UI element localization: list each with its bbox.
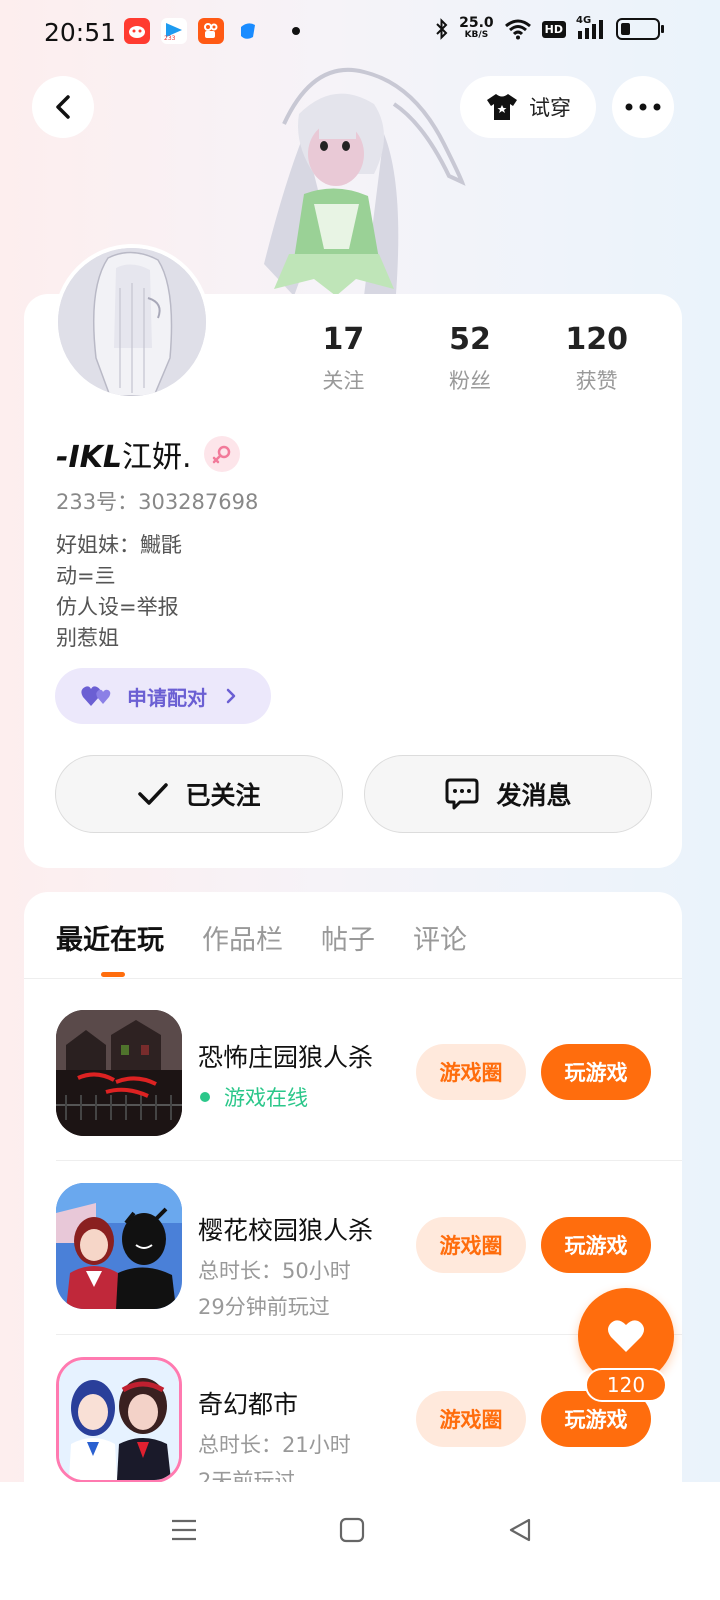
nav-back-button[interactable] (500, 1510, 540, 1550)
online-dot-icon (200, 1092, 210, 1102)
stat-following[interactable]: 17 关注 (280, 322, 407, 395)
battery-fill (621, 23, 630, 35)
try-on-button[interactable]: 试穿 (460, 76, 596, 138)
svg-text:233: 233 (164, 35, 176, 41)
game-circle-button[interactable]: 游戏圈 (416, 1044, 526, 1100)
female-gender-icon (203, 436, 240, 472)
bio-line: 仿人设=举报 (56, 595, 179, 619)
tab-indicator (101, 972, 125, 977)
bio-line: 动=亖 (56, 564, 116, 588)
check-icon (138, 783, 169, 805)
nav-home-button[interactable] (332, 1510, 372, 1550)
user-id: 233号：303287698 (56, 486, 258, 516)
chat-bubble-icon (445, 778, 479, 810)
game-name: 恐怖庄园狼人杀 (198, 1043, 374, 1072)
tab-works[interactable]: 作品栏 (202, 918, 283, 957)
nickname-suffix: 江妍. (121, 440, 192, 475)
followed-button[interactable]: 已关注 (55, 755, 343, 833)
tshirt-icon (487, 94, 517, 120)
stat-likes-count: 120 (565, 322, 628, 357)
avatar (58, 248, 206, 396)
profile-stats: 17 关注 52 粉丝 120 获赞 (280, 322, 660, 395)
stat-likes-label: 获赞 (575, 369, 618, 393)
nav-menu-button[interactable] (164, 1510, 204, 1550)
row-divider (56, 1160, 682, 1161)
status-time: 20:51 (44, 18, 117, 47)
bio-line: 好姐妹：鱡毷 (56, 533, 182, 557)
stat-fans-label: 粉丝 (449, 369, 491, 393)
redbook-icon (124, 18, 150, 44)
stat-likes[interactable]: 120 获赞 (533, 322, 660, 395)
blue-app-icon (235, 18, 261, 44)
tab-comments[interactable]: 评论 (413, 918, 467, 957)
tab-divider (24, 978, 682, 979)
notification-icons: 233 (124, 18, 300, 44)
game-icon-sakura-school (56, 1183, 182, 1309)
like-count-badge: 120 (585, 1368, 667, 1402)
kuaishou-icon (198, 18, 224, 44)
hearts-icon (81, 686, 111, 706)
user-id-value: 303287698 (138, 490, 259, 514)
nickname-prefix: -IKL (56, 440, 122, 475)
chevron-left-icon (56, 95, 70, 119)
system-nav-bar (0, 1482, 720, 1600)
play-game-button[interactable]: 玩游戏 (541, 1217, 651, 1273)
wifi-icon (504, 19, 531, 40)
chevron-right-icon (226, 688, 236, 704)
heart-icon (608, 1320, 644, 1352)
game-icon-horror-manor (56, 1010, 182, 1136)
game-name: 樱花校园狼人杀 (198, 1216, 374, 1245)
game-name: 奇幻都市 (198, 1390, 299, 1419)
more-button[interactable] (612, 76, 674, 138)
nickname-text: -IKL江妍. (56, 432, 192, 476)
bluetooth-icon (436, 18, 448, 40)
tab-recently-played[interactable]: 最近在玩 (56, 918, 164, 957)
notification-dot (292, 27, 300, 35)
nickname: -IKL江妍. (56, 432, 240, 476)
cellular-icon: 4G (576, 15, 606, 41)
profile-avatar[interactable] (54, 244, 210, 400)
more-dots-icon (625, 103, 661, 111)
stat-fans[interactable]: 52 粉丝 (407, 322, 534, 395)
try-on-label: 试穿 (529, 96, 571, 120)
stat-fans-count: 52 (449, 322, 491, 357)
net-speed-value: 25.0 (459, 15, 494, 31)
bio: 好姐妹：鱡毷 动=亖 仿人设=举报 别惹姐 (56, 530, 182, 654)
avatar-character-figure (264, 67, 466, 296)
online-status-label: 游戏在线 (224, 1086, 308, 1110)
game-total-duration: 总时长：50小时 (198, 1259, 351, 1283)
game-circle-button[interactable]: 游戏圈 (416, 1217, 526, 1273)
triangle-back-icon (509, 1518, 531, 1542)
stat-following-count: 17 (322, 322, 365, 357)
square-home-icon (339, 1517, 365, 1543)
user-id-label: 233号： (56, 490, 139, 514)
send-message-button[interactable]: 发消息 (364, 755, 652, 833)
followed-label: 已关注 (185, 781, 261, 810)
game-row[interactable]: 樱花校园狼人杀 总时长：50小时 29分钟前玩过 游戏圈 玩游戏 (56, 1183, 682, 1319)
request-pair-label: 申请配对 (127, 685, 207, 710)
menu-lines-icon (172, 1519, 196, 1541)
play-game-button[interactable]: 玩游戏 (541, 1044, 651, 1100)
hd-badge: HD (541, 20, 566, 38)
request-pair-button[interactable]: 申请配对 (55, 668, 271, 724)
game-row[interactable]: 恐怖庄园狼人杀 游戏在线 游戏圈 玩游戏 (56, 1010, 682, 1136)
game-last-played: 29分钟前玩过 (198, 1295, 330, 1319)
send-message-label: 发消息 (496, 781, 572, 810)
game-icon-fantasy-city (56, 1357, 182, 1483)
battery-icon (616, 18, 664, 40)
game-online-status: 游戏在线 (198, 1082, 308, 1112)
stat-following-label: 关注 (322, 369, 365, 393)
bilibili-app-icon: 233 (161, 18, 187, 44)
avatar-image (58, 248, 206, 396)
status-bar: 20:51 233 25.0 KB/S HD 4G (0, 0, 720, 64)
game-circle-button[interactable]: 游戏圈 (416, 1391, 526, 1447)
net-speed: 25.0 KB/S (459, 15, 494, 41)
bio-line: 别惹姐 (56, 626, 119, 650)
profile-tabs: 最近在玩 作品栏 帖子 评论 (56, 918, 467, 957)
tab-posts[interactable]: 帖子 (321, 918, 375, 957)
status-right: 25.0 KB/S HD 4G (435, 15, 664, 41)
back-button[interactable] (32, 76, 94, 138)
game-total-duration: 总时长：21小时 (198, 1433, 351, 1457)
games-card: 最近在玩 作品栏 帖子 评论 恐怖庄园狼人杀 游戏在线 游戏圈 玩游戏 樱花校园… (24, 892, 682, 1493)
